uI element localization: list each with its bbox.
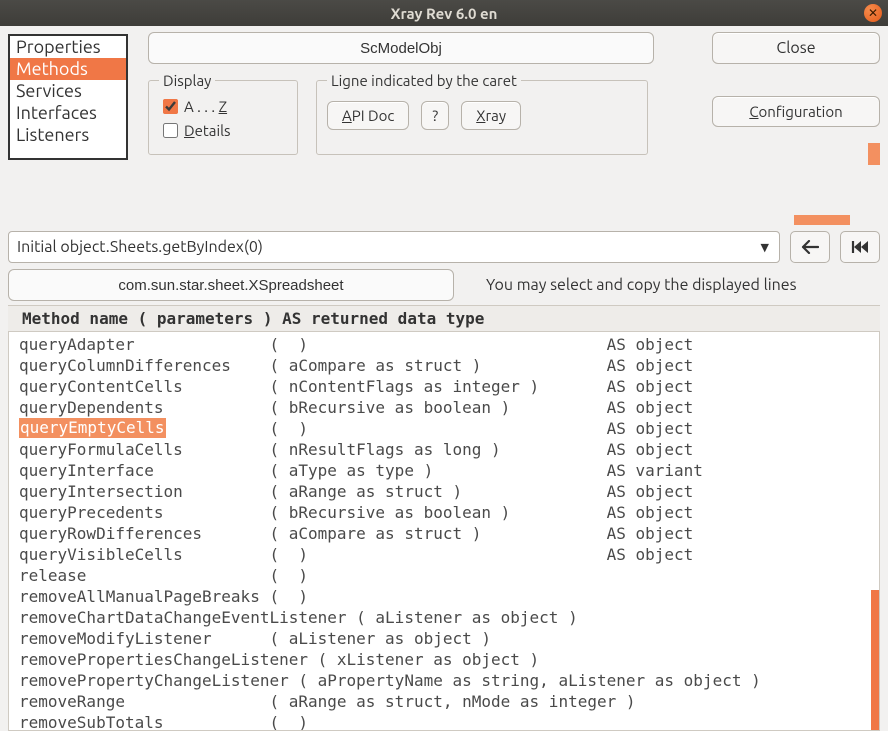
caret-legend: Ligne indicated by the caret [327,72,521,89]
display-group: Display A . . . Z Details [148,72,298,155]
category-item-properties[interactable]: Properties [10,36,126,58]
method-list[interactable]: queryAdapter ( ) AS object queryColumnDi… [8,332,880,731]
window-title: Xray Rev 6.0 en [391,5,498,22]
configuration-button[interactable]: Configuration [712,96,880,127]
details-label: Details [184,122,231,139]
interface-field[interactable] [8,269,454,301]
category-item-methods[interactable]: Methods [10,58,126,80]
category-item-listeners[interactable]: Listeners [10,124,126,146]
scrollbar-thumb[interactable] [871,590,879,731]
progress-chip-2 [794,215,850,225]
list-header: Method name ( parameters ) AS returned d… [8,305,880,332]
display-legend: Display [159,72,215,89]
details-checkbox-row[interactable]: Details [159,120,287,141]
rewind-button[interactable] [840,231,880,263]
category-item-interfaces[interactable]: Interfaces [10,102,126,124]
highlighted-method[interactable]: queryEmptyCells [19,418,166,438]
progress-area [712,145,880,225]
help-button[interactable]: ? [421,101,449,130]
category-item-services[interactable]: Services [10,80,126,102]
object-path-text: Initial object.Sheets.getByIndex(0) [17,238,263,256]
api-doc-button[interactable]: API Doc [327,101,409,130]
az-checkbox[interactable] [163,99,178,114]
window-close-icon[interactable]: ✕ [864,4,882,22]
rewind-icon [851,240,869,254]
method-list-body[interactable]: queryAdapter ( ) AS object queryColumnDi… [9,332,879,731]
az-checkbox-row[interactable]: A . . . Z [159,96,287,117]
az-label: A . . . Z [184,98,227,115]
selection-hint: You may select and copy the displayed li… [486,276,797,294]
object-path-combo[interactable]: Initial object.Sheets.getByIndex(0) ▼ [8,231,780,263]
app-window: Xray Rev 6.0 en ✕ PropertiesMethodsServi… [0,0,888,688]
titlebar: Xray Rev 6.0 en ✕ [0,0,888,26]
xray-button[interactable]: Xray [461,101,521,130]
close-button[interactable]: Close [712,32,880,64]
progress-chip-1 [868,143,880,165]
arrow-left-icon [801,240,819,254]
back-button[interactable] [790,231,830,263]
details-checkbox[interactable] [163,123,178,138]
caret-group: Ligne indicated by the caret API Doc ? X… [316,72,648,155]
object-name-field[interactable] [148,32,654,64]
chevron-down-icon: ▼ [761,241,769,254]
category-list[interactable]: PropertiesMethodsServicesInterfacesListe… [8,34,128,160]
